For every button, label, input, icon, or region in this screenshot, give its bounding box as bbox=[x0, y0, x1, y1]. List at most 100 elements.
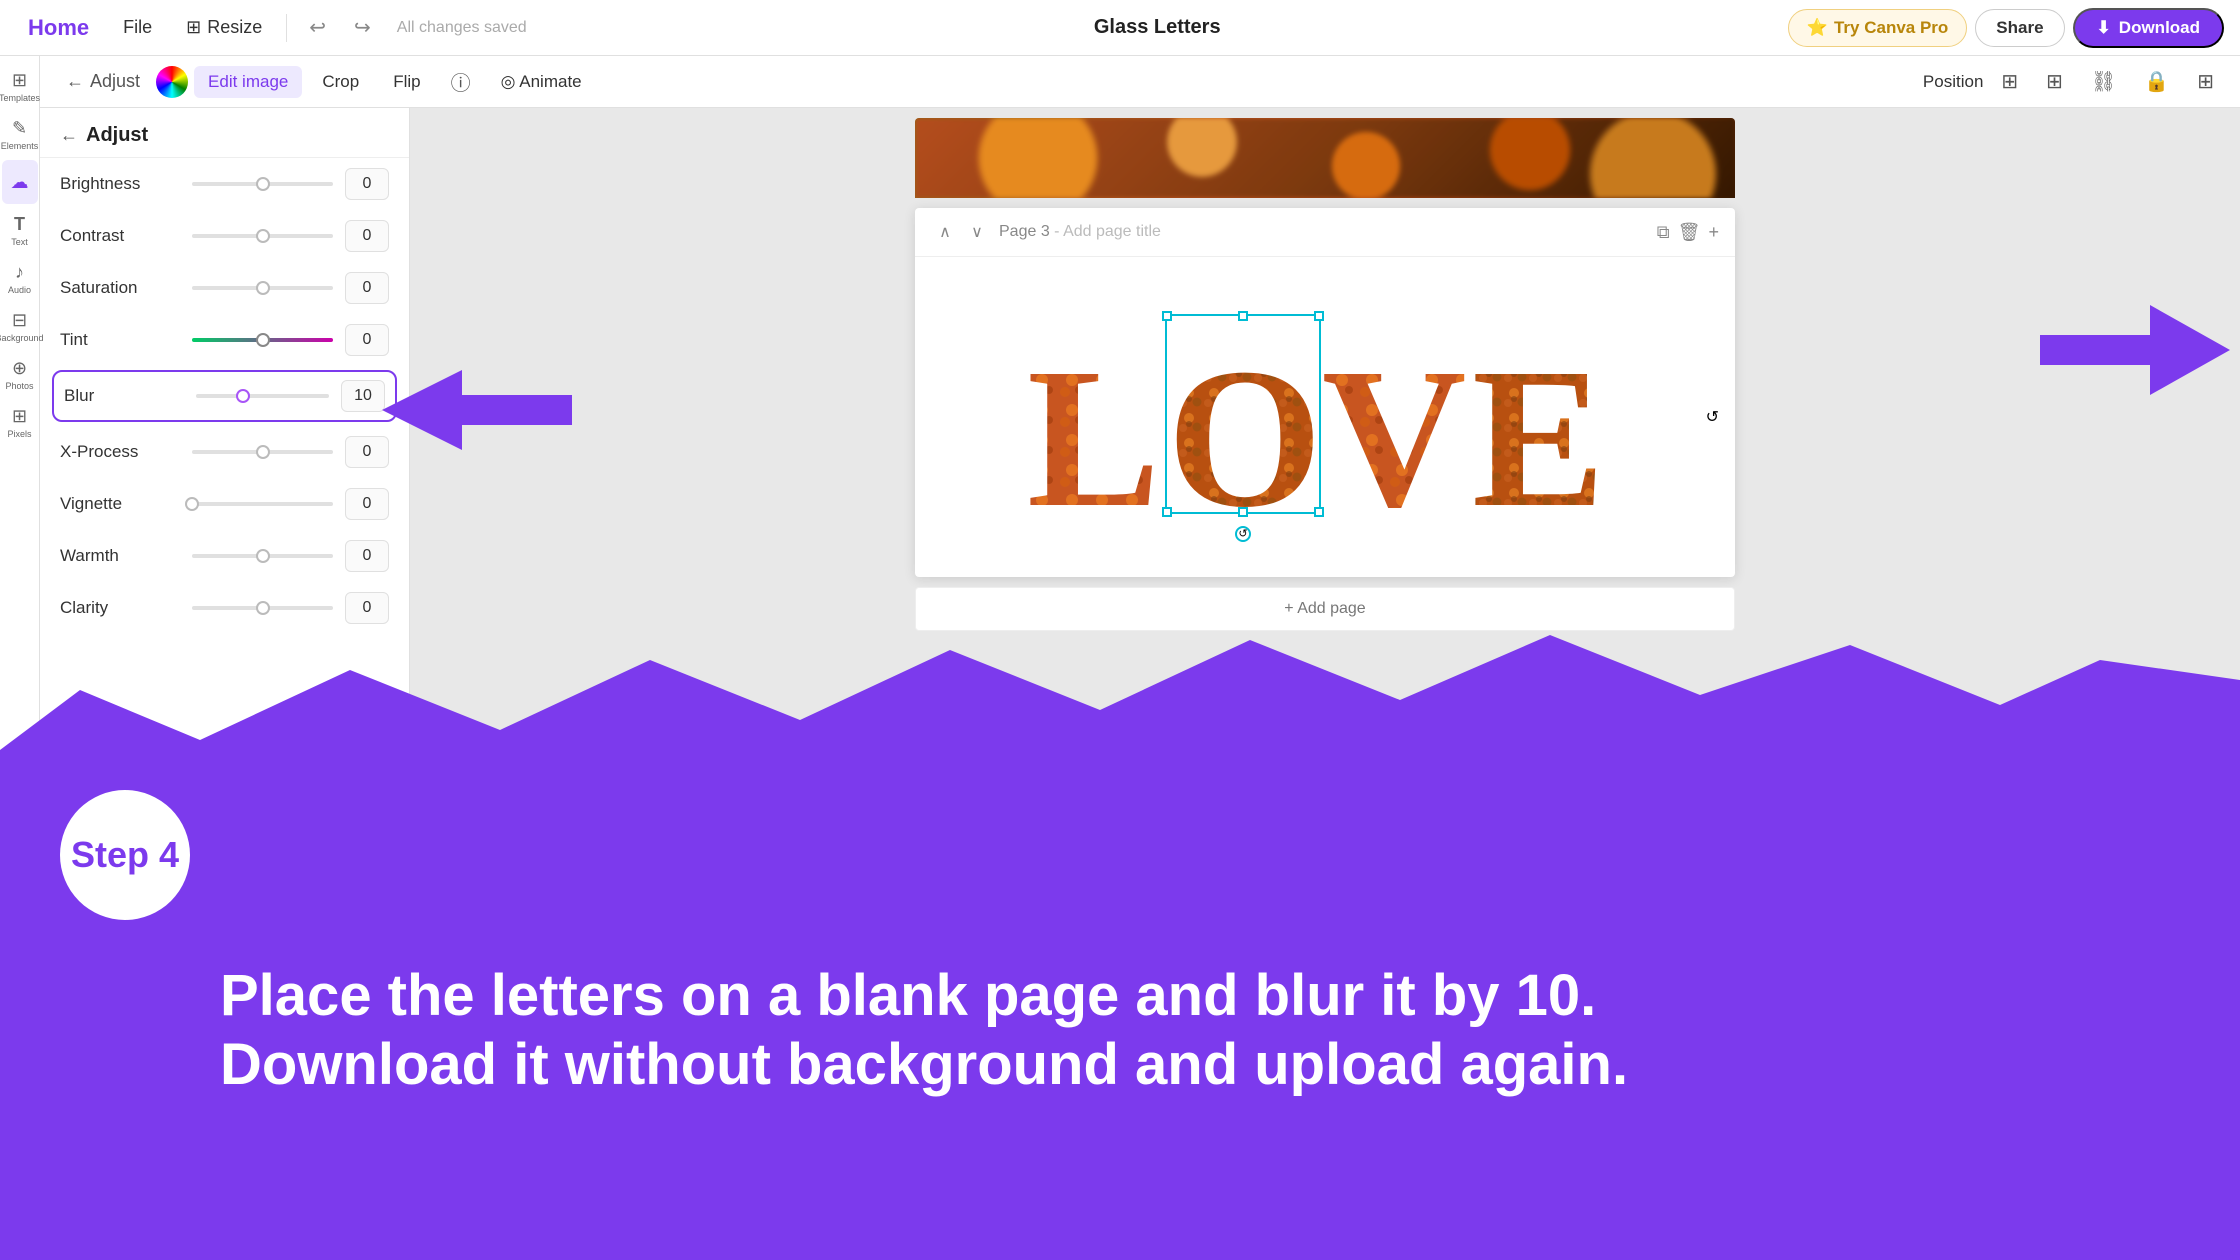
background-icon: ⊟ bbox=[12, 310, 27, 331]
document-title: Glass Letters bbox=[1094, 16, 1221, 39]
refresh-icon[interactable]: ↺ bbox=[1706, 407, 1719, 427]
try-pro-button[interactable]: ⭐ Try Canva Pro bbox=[1788, 9, 1968, 47]
flip-button[interactable]: Flip bbox=[379, 66, 434, 98]
add-page-label: + Add page bbox=[1284, 600, 1365, 618]
sidebar-label-audio: Audio bbox=[8, 285, 31, 295]
adjust-title: Adjust bbox=[86, 124, 148, 147]
zoom-level: 31% bbox=[2188, 1225, 2220, 1243]
xprocess-slider[interactable] bbox=[192, 442, 333, 462]
brightness-label: Brightness bbox=[60, 174, 180, 194]
page-header: ∧ ∨ Page 3 - Add page title ⧉ 🗑 + bbox=[915, 208, 1735, 257]
adjust-header: ← Adjust bbox=[40, 108, 409, 158]
xprocess-value[interactable]: 0 bbox=[345, 436, 389, 468]
link-icon[interactable]: ⛓ bbox=[2081, 63, 2126, 100]
sidebar-item-background[interactable]: ⊟ Background bbox=[2, 304, 38, 348]
contrast-value[interactable]: 0 bbox=[345, 220, 389, 252]
warmth-slider[interactable] bbox=[192, 546, 333, 566]
sidebar-item-pixels[interactable]: ⊞ Pixels bbox=[2, 400, 38, 444]
clarity-slider[interactable] bbox=[192, 598, 333, 618]
canvas-area: ∧ ∨ Page 3 - Add page title ⧉ 🗑 + bbox=[410, 108, 2240, 1206]
crop-button[interactable]: Crop bbox=[308, 66, 373, 98]
adjust-panel: ← Adjust Brightness 0 Contrast 0 Saturat… bbox=[40, 108, 410, 1260]
secondary-toolbar: ← Adjust Edit image Crop Flip ⓘ ◎ Animat… bbox=[40, 56, 2240, 108]
clarity-label: Clarity bbox=[60, 598, 180, 618]
toolbar2-right: Position ⊞ ⊞ ⛓ 🔒 ⊞ bbox=[1923, 63, 2224, 100]
sidebar-item-elements[interactable]: ✎ Elements bbox=[2, 112, 38, 156]
grid-icon[interactable]: ⊞ bbox=[2036, 63, 2073, 100]
nav-home-button[interactable]: Home bbox=[16, 9, 101, 47]
nav-file-button[interactable]: File bbox=[109, 11, 166, 44]
lock-icon[interactable]: 🔒 bbox=[2134, 63, 2179, 100]
download-icon: ⬇ bbox=[2097, 18, 2111, 38]
download-button[interactable]: ⬇ Download bbox=[2073, 8, 2224, 48]
sidebar-label-templates: Templates bbox=[0, 93, 40, 103]
sidebar-item-audio[interactable]: ♪ Audio bbox=[2, 256, 38, 300]
vignette-slider[interactable] bbox=[192, 494, 333, 514]
saturation-slider[interactable] bbox=[192, 278, 333, 298]
notes-icon[interactable]: ✎ N bbox=[1154, 1225, 1182, 1243]
page-up-arrow[interactable]: ∧ bbox=[931, 218, 959, 246]
warmth-value[interactable]: 0 bbox=[345, 540, 389, 572]
blur-label: Blur bbox=[64, 386, 184, 406]
blur-slider[interactable] bbox=[196, 386, 329, 406]
page-down-arrow[interactable]: ∨ bbox=[963, 218, 991, 246]
delete-page-icon[interactable]: 🗑 bbox=[1678, 222, 1701, 243]
page-nav: ∧ ∨ bbox=[931, 218, 991, 246]
edit-image-button[interactable]: Edit image bbox=[194, 66, 302, 98]
more-icon[interactable]: ⊞ bbox=[2187, 63, 2224, 100]
blur-value[interactable]: 10 bbox=[341, 380, 385, 412]
page-title: Page 3 - Add page title bbox=[999, 223, 1649, 241]
clarity-row: Clarity 0 bbox=[40, 582, 409, 634]
sidebar-item-ai[interactable]: ☁ bbox=[2, 160, 38, 204]
nav-resize-button[interactable]: ⊞ Resize bbox=[174, 11, 274, 44]
page-content: L O V E bbox=[915, 257, 1735, 577]
tint-row: Tint 0 bbox=[40, 314, 409, 366]
top-partial-image bbox=[915, 118, 1735, 198]
clarity-value[interactable]: 0 bbox=[345, 592, 389, 624]
tint-slider[interactable] bbox=[192, 330, 333, 350]
brightness-row: Brightness 0 bbox=[40, 158, 409, 210]
undo-button[interactable]: ↩ bbox=[299, 9, 336, 46]
brightness-value[interactable]: 0 bbox=[345, 168, 389, 200]
brightness-slider[interactable] bbox=[192, 174, 333, 194]
add-page-bar[interactable]: + Add page bbox=[915, 587, 1735, 631]
svg-text:L: L bbox=[1027, 328, 1160, 520]
adjust-back-button[interactable]: ← Adjust bbox=[56, 65, 150, 98]
star-icon: ⭐ bbox=[1807, 18, 1828, 38]
sidebar-item-text[interactable]: T Text bbox=[2, 208, 38, 252]
sidebar-item-templates[interactable]: ⊞ Templates bbox=[2, 64, 38, 108]
love-graphic[interactable]: L O V E bbox=[1027, 310, 1623, 525]
saturation-row: Saturation 0 bbox=[40, 262, 409, 314]
contrast-label: Contrast bbox=[60, 226, 180, 246]
warmth-row: Warmth 0 bbox=[40, 530, 409, 582]
sidebar-item-photos[interactable]: ⊕ Photos bbox=[2, 352, 38, 396]
saturation-value[interactable]: 0 bbox=[345, 272, 389, 304]
vignette-row: Vignette 0 bbox=[40, 478, 409, 530]
photos-icon: ⊕ bbox=[12, 358, 27, 379]
add-page-icon[interactable]: + bbox=[1708, 222, 1719, 243]
pixels-icon: ⊞ bbox=[12, 406, 27, 427]
sidebar-label-text: Text bbox=[11, 237, 28, 247]
contrast-slider[interactable] bbox=[192, 226, 333, 246]
page-add-title[interactable]: - Add page title bbox=[1054, 223, 1161, 240]
tint-value[interactable]: 0 bbox=[345, 324, 389, 356]
redo-button[interactable]: ↪ bbox=[344, 9, 381, 46]
adjust-back-arrow[interactable]: ← bbox=[60, 125, 78, 146]
share-button[interactable]: Share bbox=[1975, 9, 2064, 47]
templates-icon: ⊞ bbox=[12, 70, 27, 91]
vignette-value[interactable]: 0 bbox=[345, 488, 389, 520]
navbar: Home File ⊞ Resize ↩ ↪ All changes saved… bbox=[0, 0, 2240, 56]
contrast-row: Contrast 0 bbox=[40, 210, 409, 262]
svg-text:E: E bbox=[1472, 328, 1605, 520]
svg-text:V: V bbox=[1322, 328, 1466, 520]
svg-text:O: O bbox=[1167, 328, 1323, 520]
ai-icon: ☁ bbox=[11, 172, 29, 193]
animate-button[interactable]: ◎ Animate bbox=[487, 66, 596, 98]
info-button[interactable]: ⓘ bbox=[441, 61, 481, 102]
color-picker-button[interactable] bbox=[156, 66, 188, 98]
text-icon: T bbox=[14, 214, 25, 235]
copy-page-icon[interactable]: ⧉ bbox=[1657, 222, 1670, 243]
rotate-handle[interactable]: ↺ bbox=[1235, 526, 1251, 542]
position-button[interactable]: Position bbox=[1923, 72, 1983, 92]
layers-icon[interactable]: ⊞ bbox=[1991, 63, 2028, 100]
